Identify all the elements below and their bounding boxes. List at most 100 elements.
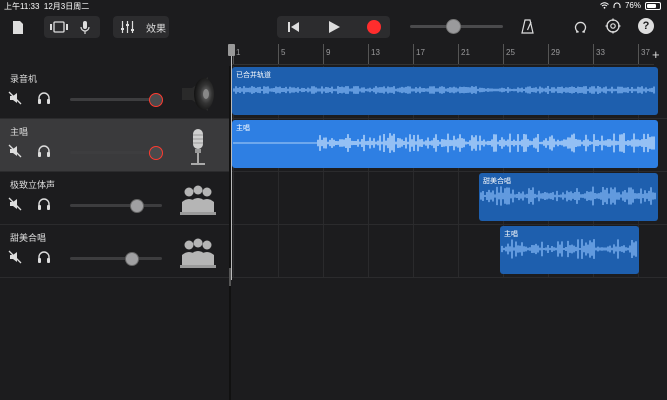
ruler-tick (368, 44, 369, 64)
grid-line (413, 172, 414, 224)
track-volume-knob[interactable] (149, 93, 163, 107)
microphone-icon[interactable] (77, 18, 93, 36)
track-header[interactable]: 极致立体声 (0, 172, 229, 225)
grid-line (323, 172, 324, 224)
choir-icon[interactable] (178, 180, 218, 220)
choir-icon[interactable] (178, 233, 218, 273)
record-icon (367, 20, 381, 34)
tracks-view-icon[interactable] (47, 19, 71, 35)
track-lanes: 已合并轨道 主唱 甜美合唱 主唱 (231, 66, 667, 400)
battery-icon (645, 1, 661, 10)
master-volume-slider[interactable] (410, 19, 503, 34)
waveform (233, 86, 655, 94)
track-volume-knob[interactable] (149, 146, 163, 160)
timeline-ruler[interactable]: 1 5 9 13 17 21 25 29 33 37 (231, 44, 654, 65)
track-volume-slider[interactable] (70, 146, 163, 160)
status-bar: 上午11:33 12月3日周二 76% (0, 0, 667, 12)
grid-line (278, 225, 279, 277)
headphones-icon[interactable] (37, 144, 51, 158)
ruler-bar-number: 37 (641, 48, 650, 57)
headphones-icon[interactable] (37, 250, 51, 264)
ruler-bar-number: 13 (371, 48, 380, 57)
metronome-icon[interactable] (518, 17, 536, 35)
ruler-tick (278, 44, 279, 64)
status-left: 上午11:33 12月3日周二 (4, 1, 89, 12)
ruler-tick (548, 44, 549, 64)
ruler-tick (503, 44, 504, 64)
headphones-icon[interactable] (37, 197, 51, 211)
headphones-status-icon (613, 2, 621, 8)
status-time: 上午11:33 (4, 2, 40, 11)
settings-icon[interactable] (604, 17, 622, 35)
grid-line (458, 225, 459, 277)
track-volume-knob[interactable] (125, 252, 139, 266)
track-name: 极致立体声 (10, 180, 56, 190)
audio-region[interactable]: 已合并轨道 (232, 67, 658, 115)
grid-line (233, 172, 234, 224)
track-volume-slider[interactable] (70, 93, 163, 107)
track-lane[interactable]: 甜美合唱 (231, 172, 667, 225)
track-header[interactable]: 甜美合唱 (0, 225, 229, 278)
track-header[interactable]: 录音机 (0, 66, 229, 119)
go-to-start-icon[interactable] (285, 19, 301, 35)
ruler-bar-number: 1 (236, 48, 241, 57)
loop-icon[interactable] (571, 17, 589, 35)
grid-line (278, 172, 279, 224)
track-volume-slider[interactable] (70, 199, 162, 213)
microphone-icon[interactable] (178, 127, 218, 167)
headphones-icon[interactable] (37, 91, 51, 105)
play-icon[interactable] (326, 19, 342, 35)
ruler-tick (593, 44, 594, 64)
ruler-bar-number: 29 (551, 48, 560, 57)
audio-region[interactable]: 主唱 (500, 226, 639, 274)
track-header[interactable]: 主唱 (0, 119, 229, 172)
track-lane[interactable]: 已合并轨道 (231, 66, 667, 119)
grid-line (413, 225, 414, 277)
grid-line (458, 172, 459, 224)
add-section-icon[interactable]: + (652, 47, 660, 62)
status-right: 76% (600, 1, 661, 10)
track-headers: 录音机主唱极致立体声甜美合唱 (0, 66, 231, 400)
ruler-tick (638, 44, 639, 64)
track-volume-knob[interactable] (130, 199, 144, 213)
grid-line (323, 225, 324, 277)
track-name: 甜美合唱 (10, 233, 47, 243)
mute-icon[interactable] (8, 144, 22, 158)
mute-icon[interactable] (8, 197, 22, 211)
ruler-tick (458, 44, 459, 64)
ruler-tick (323, 44, 324, 64)
audio-region[interactable]: 主唱 (232, 120, 658, 168)
ruler-bar-number: 21 (461, 48, 470, 57)
audio-region[interactable]: 甜美合唱 (479, 173, 658, 221)
ruler-bar-number: 33 (596, 48, 605, 57)
ruler-bar-number: 5 (281, 48, 286, 57)
status-date: 12月3日周二 (43, 2, 90, 11)
track-lane[interactable]: 主唱 (231, 119, 667, 172)
track-name: 主唱 (10, 127, 29, 137)
ruler-bar-number: 25 (506, 48, 515, 57)
wifi-icon (600, 2, 609, 9)
playhead-handle[interactable] (228, 44, 235, 56)
master-volume-knob[interactable] (446, 19, 461, 34)
mixer-icon[interactable] (118, 18, 136, 36)
track-lane[interactable]: 主唱 (231, 225, 667, 278)
waveform (501, 239, 637, 259)
ruler-bar-number: 9 (326, 48, 331, 57)
playhead[interactable] (228, 44, 235, 280)
mute-icon[interactable] (8, 91, 22, 105)
speaker-icon[interactable] (178, 74, 218, 114)
grid-line (368, 172, 369, 224)
grid-line (233, 225, 234, 277)
ruler-bar-number: 17 (416, 48, 425, 57)
mute-icon[interactable] (8, 250, 22, 264)
ruler-tick (413, 44, 414, 64)
help-icon[interactable]: ? (638, 18, 654, 34)
battery-percent: 76% (624, 1, 641, 10)
record-button[interactable] (366, 19, 382, 35)
track-name: 录音机 (10, 74, 38, 84)
track-volume-slider[interactable] (70, 252, 162, 266)
document-icon[interactable] (10, 17, 26, 37)
grid-line (368, 225, 369, 277)
waveform (480, 186, 656, 206)
fx-button[interactable]: 效果 (143, 20, 169, 35)
